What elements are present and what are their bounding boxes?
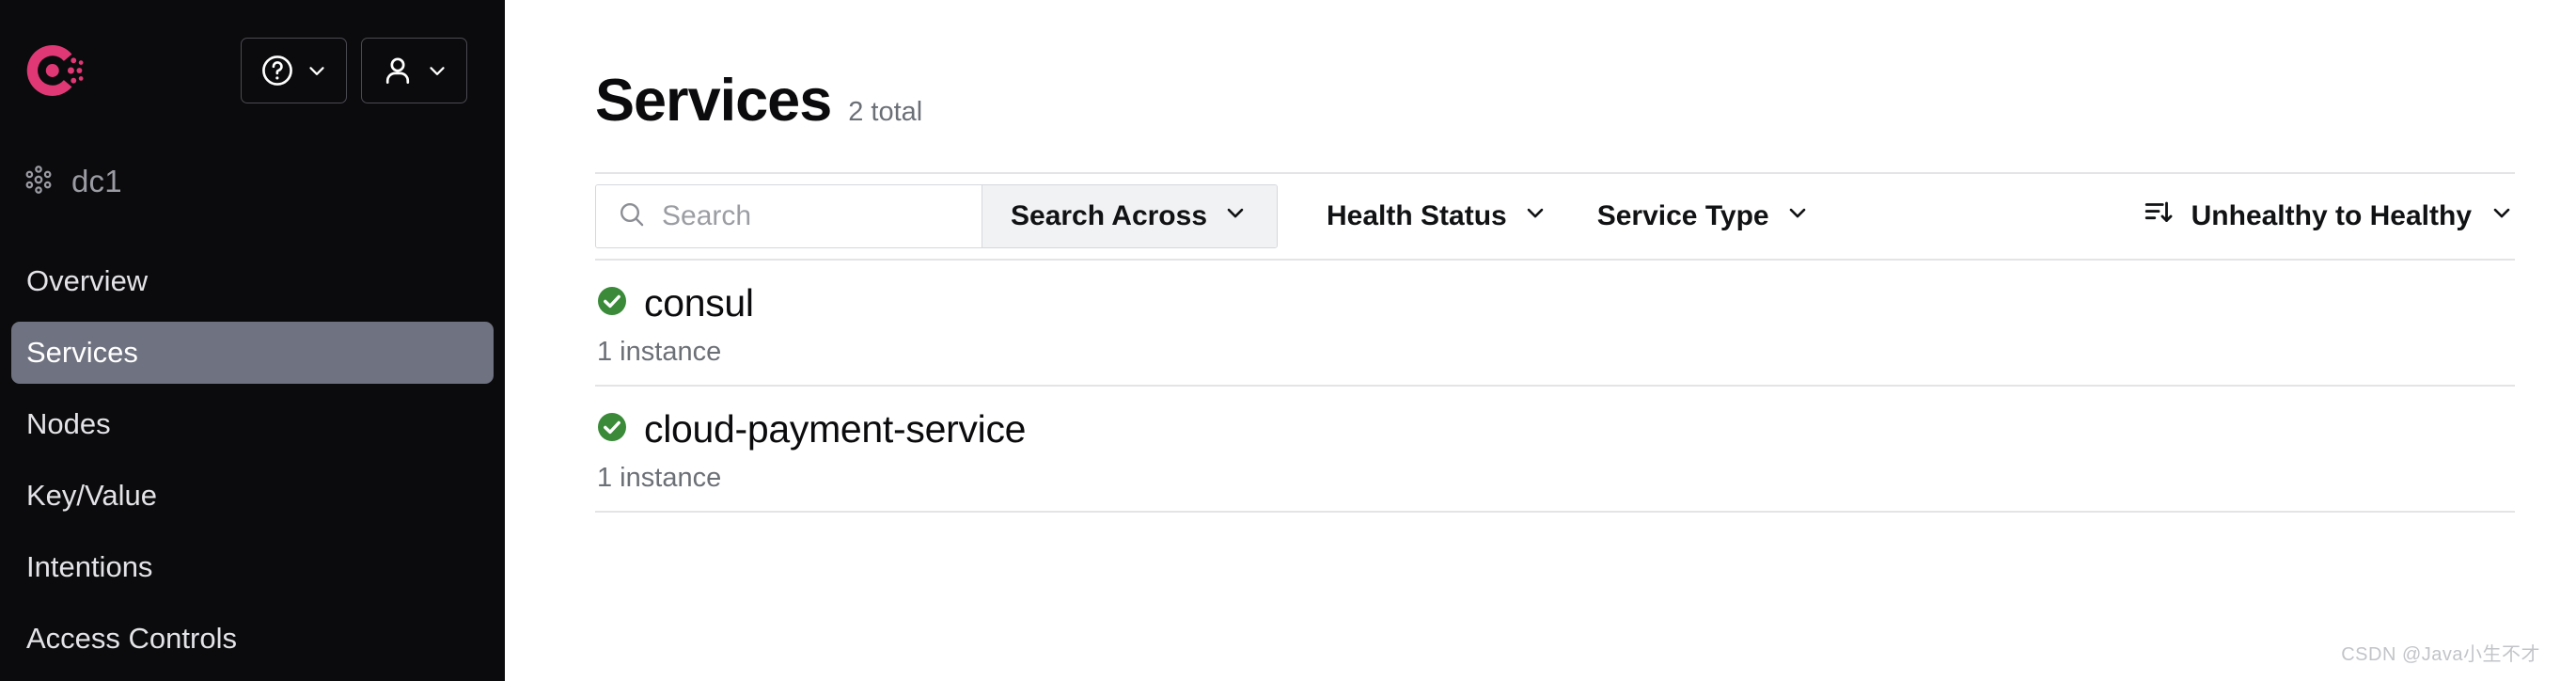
- page-title: Services: [595, 68, 832, 134]
- datacenter-nodes-icon: [23, 164, 55, 200]
- sidebar-header: [0, 0, 505, 141]
- chevron-down-icon: [2489, 199, 2515, 233]
- page-header: Services 2 total: [505, 0, 2576, 131]
- sidebar-item-label: Intentions: [26, 550, 153, 583]
- health-status-label: Health Status: [1327, 200, 1507, 231]
- datacenter-label: dc1: [71, 164, 122, 198]
- datacenter-selector[interactable]: dc1: [0, 152, 505, 211]
- service-name: consul: [644, 281, 754, 325]
- help-circle-icon: [259, 53, 295, 88]
- search-group: Search Across: [595, 184, 1279, 248]
- sidebar-item-services[interactable]: Services: [11, 322, 494, 384]
- sort-descending-icon: [2143, 197, 2175, 236]
- service-type-dropdown[interactable]: Service Type: [1597, 199, 1811, 233]
- chevron-down-icon: [1784, 199, 1811, 233]
- sidebar-item-intentions[interactable]: Intentions: [11, 536, 494, 598]
- page-total-count: 2 total: [848, 97, 923, 127]
- sort-order-dropdown[interactable]: Unhealthy to Healthy: [2143, 197, 2515, 236]
- sidebar-item-label: Services: [26, 336, 138, 369]
- help-menu-button[interactable]: [241, 38, 347, 103]
- list-item[interactable]: consul 1 instance: [595, 261, 2515, 387]
- sidebar-item-nodes[interactable]: Nodes: [11, 393, 494, 455]
- service-name-line: consul: [595, 281, 2515, 325]
- filter-bar: Search Across Health Status S: [595, 174, 2515, 259]
- search-across-label: Search Across: [1011, 200, 1208, 231]
- sidebar-item-access-controls[interactable]: Access Controls: [11, 608, 494, 670]
- main-content: Services 2 total Search Across: [505, 0, 2576, 681]
- sidebar-item-overview[interactable]: Overview: [11, 250, 494, 312]
- sidebar-item-label: Key/Value: [26, 479, 158, 512]
- sidebar: dc1 Overview Services Nodes Key/Value In…: [0, 0, 505, 681]
- sidebar-header-buttons: [241, 38, 467, 103]
- sidebar-item-label: Access Controls: [26, 622, 237, 655]
- sidebar-nav: Overview Services Nodes Key/Value Intent…: [0, 250, 505, 670]
- search-across-dropdown[interactable]: Search Across: [982, 185, 1278, 247]
- sidebar-item-label: Nodes: [26, 407, 111, 440]
- health-status-dropdown[interactable]: Health Status: [1327, 199, 1548, 233]
- chevron-down-icon: [1522, 199, 1548, 233]
- user-menu-button[interactable]: [361, 38, 467, 103]
- sort-order-label: Unhealthy to Healthy: [2191, 200, 2472, 231]
- service-instance-count: 1 instance: [597, 337, 722, 367]
- chevron-down-icon: [1222, 199, 1249, 233]
- sidebar-item-label: Overview: [26, 264, 149, 297]
- chevron-down-icon: [305, 58, 329, 83]
- check-circle-icon: [595, 410, 629, 449]
- check-circle-icon: [595, 284, 629, 323]
- watermark: CSDN @Java小生不才: [2341, 644, 2540, 665]
- search-field[interactable]: [596, 185, 982, 247]
- service-type-label: Service Type: [1596, 200, 1769, 231]
- service-name: cloud-payment-service: [644, 407, 1027, 451]
- app-root: dc1 Overview Services Nodes Key/Value In…: [0, 0, 2576, 681]
- search-icon: [617, 199, 647, 234]
- list-item[interactable]: cloud-payment-service 1 instance: [595, 387, 2515, 513]
- service-name-line: cloud-payment-service: [595, 407, 2515, 451]
- chevron-down-icon: [425, 58, 449, 83]
- search-input[interactable]: [662, 200, 961, 232]
- user-icon: [380, 53, 416, 88]
- sidebar-item-key-value[interactable]: Key/Value: [11, 465, 494, 527]
- service-instance-count: 1 instance: [597, 463, 722, 493]
- services-list: consul 1 instance cloud-payment-service …: [595, 261, 2515, 513]
- consul-logo-icon[interactable]: [21, 37, 88, 104]
